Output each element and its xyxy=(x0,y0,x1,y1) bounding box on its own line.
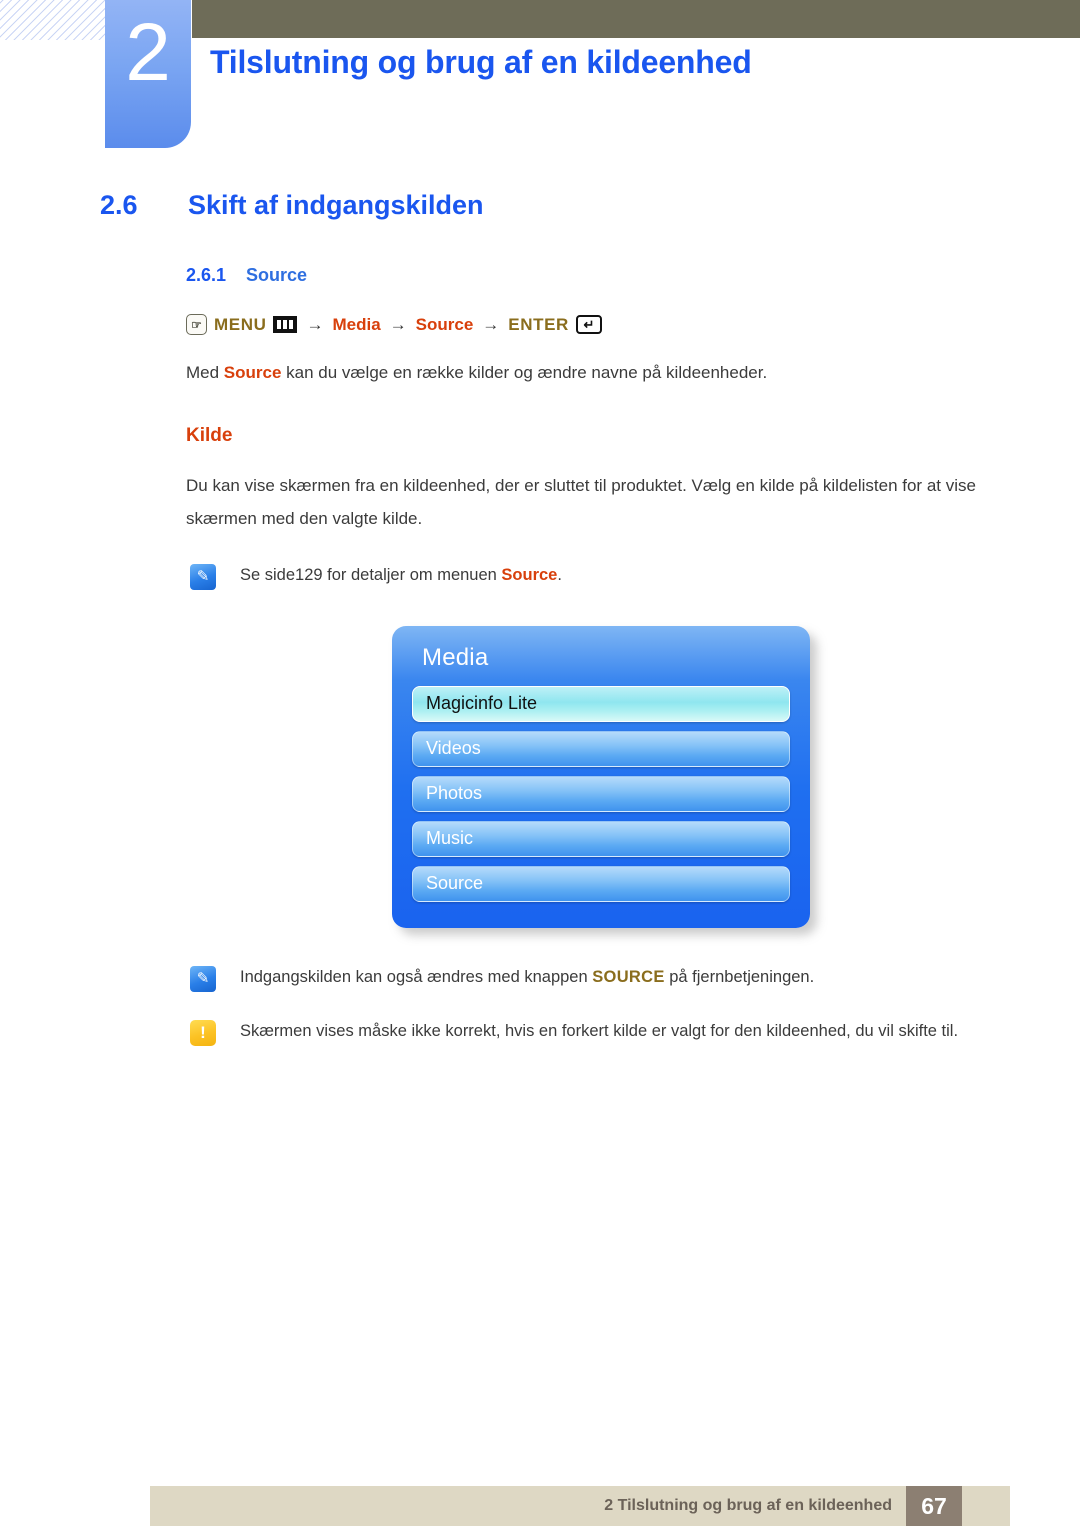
footer-chapter-text: 2 Tilslutning og brug af en kildeenhed xyxy=(604,1497,892,1514)
intro-prefix: Med xyxy=(186,363,224,382)
nav-arrow-1: → xyxy=(306,314,324,334)
subsection-heading: 2.6.1 Source xyxy=(0,265,1080,286)
osd-screenshot: Media Magicinfo Lite Videos Photos Music… xyxy=(0,625,1080,928)
warning-icon: ! xyxy=(190,1019,216,1046)
note-prefix: Se side129 for detaljer om menuen xyxy=(240,565,502,584)
nav-media-label: Media xyxy=(332,314,381,334)
nav-menu-label: MENU xyxy=(214,314,267,334)
osd-item-label: Videos xyxy=(426,738,481,759)
header-olive-bar xyxy=(192,0,1080,38)
section-heading: 2.6 Skift af indgangskilden xyxy=(0,190,1080,221)
warning-item: ! Skærmen vises måske ikke korrekt, hvis… xyxy=(0,1018,1080,1046)
note-text: Se side129 for detaljer om menuen Source… xyxy=(240,562,562,588)
nav-arrow-2: → xyxy=(389,314,407,334)
menu-navigation-path: ☞ MENU → Media → Source → ENTER ↵ xyxy=(0,314,1080,335)
intro-paragraph: Med Source kan du vælge en række kilder … xyxy=(0,357,1080,389)
osd-panel: Media Magicinfo Lite Videos Photos Music… xyxy=(392,625,810,928)
section-number: 2.6 xyxy=(100,190,138,220)
page-content: 2.6 Skift af indgangskilden 2.6.1 Source… xyxy=(0,190,1080,1046)
osd-item-videos[interactable]: Videos xyxy=(412,730,790,767)
description-paragraph: Du kan vise skærmen fra en kildeenhed, d… xyxy=(186,476,976,529)
warning-text: Skærmen vises måske ikke korrekt, hvis e… xyxy=(240,1021,959,1040)
menu-bars-icon xyxy=(273,316,298,333)
osd-item-label: Photos xyxy=(426,783,483,804)
note-prefix: Indgangskilden kan også ændres med knapp… xyxy=(240,967,593,986)
osd-item-source[interactable]: Source xyxy=(412,865,790,902)
hand-pointer-icon: ☞ xyxy=(186,314,207,335)
note-text: Indgangskilden kan også ændres med knapp… xyxy=(240,964,814,990)
section-title: Skift af indgangskilden xyxy=(188,190,484,220)
osd-item-magicinfo-lite[interactable]: Magicinfo Lite xyxy=(412,685,790,722)
page-number: 67 xyxy=(906,1486,962,1526)
intro-highlight: Source xyxy=(223,363,282,382)
note-pen-icon: ✎ xyxy=(190,965,216,992)
nav-enter-label: ENTER xyxy=(508,314,569,334)
osd-title: Media xyxy=(422,643,489,671)
osd-item-label: Source xyxy=(426,873,484,894)
note-item: ✎ Indgangskilden kan også ændres med kna… xyxy=(0,964,1080,992)
note-item: ✎ Se side129 for detaljer om menuen Sour… xyxy=(0,562,1080,590)
kilde-subheading: Kilde xyxy=(186,425,233,447)
subsection-number: 2.6.1 xyxy=(186,265,227,285)
nav-arrow-3: → xyxy=(482,314,500,334)
page-footer: 2 Tilslutning og brug af en kildeenhed 6… xyxy=(150,1486,1010,1526)
chapter-number: 2 xyxy=(125,7,171,98)
note-highlight: Source xyxy=(501,565,558,584)
nav-source-label: Source xyxy=(415,314,474,334)
enter-key-icon: ↵ xyxy=(575,315,602,334)
note-suffix: på fjernbetjeningen. xyxy=(664,967,815,986)
note-pen-icon: ✎ xyxy=(190,563,216,590)
subsection-title: Source xyxy=(246,265,308,285)
osd-item-music[interactable]: Music xyxy=(412,820,790,857)
note-highlight: SOURCE xyxy=(592,967,665,986)
hatch-decoration xyxy=(0,0,108,40)
note-suffix: . xyxy=(557,565,562,584)
chapter-tab: 2 xyxy=(105,0,191,148)
osd-item-label: Music xyxy=(426,828,474,849)
chapter-title: Tilslutning og brug af en kildeenhed xyxy=(210,44,752,80)
intro-suffix: kan du vælge en række kilder og ændre na… xyxy=(281,363,768,382)
osd-item-label: Magicinfo Lite xyxy=(426,693,538,714)
osd-item-photos[interactable]: Photos xyxy=(412,775,790,812)
page-header: 2 Tilslutning og brug af en kildeenhed xyxy=(0,0,1080,160)
